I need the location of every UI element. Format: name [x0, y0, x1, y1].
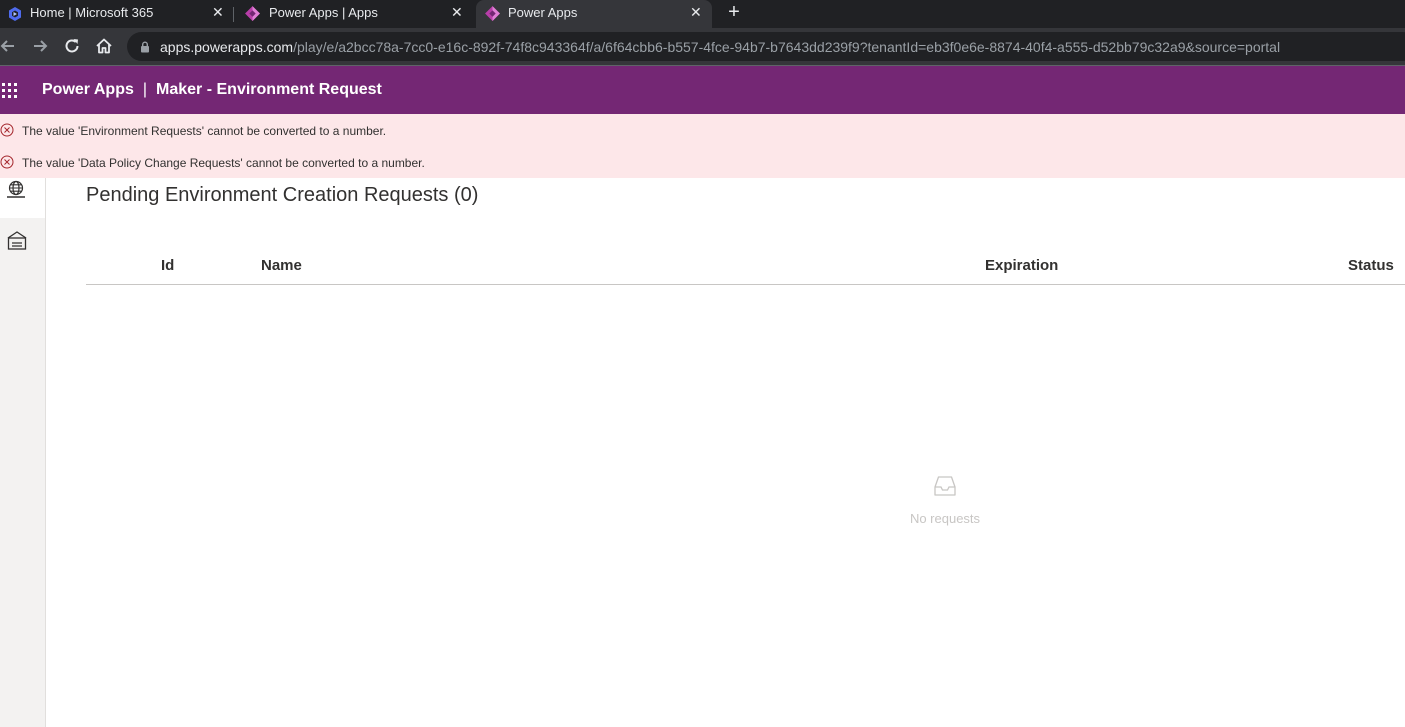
address-bar[interactable]: apps.powerapps.com/play/e/a2bcc78a-7cc0-… [127, 32, 1405, 61]
browser-tab-strip: Home | Microsoft 365 ✕ Power Apps | Apps… [0, 0, 1405, 28]
column-header-id[interactable]: Id [161, 257, 174, 274]
column-header-expiration[interactable]: Expiration [985, 257, 1058, 274]
home-icon[interactable] [94, 36, 114, 56]
empty-state-text: No requests [909, 511, 981, 526]
app-name: Maker - Environment Request [156, 81, 382, 98]
url-text: apps.powerapps.com/play/e/a2bcc78a-7cc0-… [160, 39, 1280, 55]
title-separator: | [142, 81, 148, 98]
browser-tab-powerapps-apps[interactable]: Power Apps | Apps ✕ [236, 0, 472, 28]
error-text: The value 'Data Policy Change Requests' … [22, 156, 425, 170]
app-header: Power Apps | Maker - Environment Request [0, 66, 1405, 114]
column-header-status[interactable]: Status [1348, 257, 1394, 274]
app-launcher-waffle-icon[interactable] [2, 83, 18, 99]
back-arrow-icon[interactable] [0, 36, 18, 56]
browser-toolbar: apps.powerapps.com/play/e/a2bcc78a-7cc0-… [0, 28, 1405, 65]
tab-label: Home | Microsoft 365 [30, 5, 154, 20]
app-title: Power Apps | Maker - Environment Request [42, 81, 382, 99]
microsoft365-icon [9, 7, 21, 21]
close-icon[interactable]: ✕ [451, 4, 463, 21]
browser-tab-home[interactable]: Home | Microsoft 365 ✕ [0, 0, 232, 28]
powerapps-icon [485, 6, 500, 21]
error-circle-icon [0, 155, 14, 169]
error-message: The value 'Data Policy Change Requests' … [0, 146, 1405, 178]
globe-environment-icon [7, 180, 25, 198]
page-title: Pending Environment Creation Requests (0… [86, 184, 479, 206]
reload-icon[interactable] [62, 36, 82, 56]
powerapps-icon [245, 6, 260, 21]
new-tab-button[interactable]: + [724, 1, 744, 23]
forward-arrow-icon[interactable] [30, 36, 50, 56]
nav-item-data-policies[interactable] [0, 228, 45, 268]
policy-shield-icon [7, 231, 27, 250]
empty-inbox-icon [934, 476, 956, 496]
browser-tab-powerapps-active[interactable]: Power Apps ✕ [476, 0, 712, 28]
product-name[interactable]: Power Apps [42, 81, 134, 98]
nav-item-environments[interactable] [0, 178, 45, 218]
close-icon[interactable]: ✕ [212, 4, 224, 21]
empty-state: No requests [880, 474, 1010, 534]
error-circle-icon [0, 123, 14, 137]
left-nav-rail [0, 178, 46, 727]
tab-label: Power Apps | Apps [269, 5, 378, 20]
error-banner-area: The value 'Environment Requests' cannot … [0, 114, 1405, 178]
column-header-name[interactable]: Name [261, 257, 302, 274]
tab-label: Power Apps [508, 5, 578, 20]
lock-icon [141, 41, 149, 53]
requests-table-header: Id Name Expiration Status [86, 246, 1405, 285]
error-text: The value 'Environment Requests' cannot … [22, 124, 387, 138]
close-icon[interactable]: ✕ [690, 4, 702, 21]
url-host: apps.powerapps.com [160, 39, 294, 55]
tab-separator [233, 7, 234, 22]
error-message: The value 'Environment Requests' cannot … [0, 114, 1405, 146]
url-path: /play/e/a2bcc78a-7cc0-e16c-892f-74f8c943… [293, 39, 1281, 55]
